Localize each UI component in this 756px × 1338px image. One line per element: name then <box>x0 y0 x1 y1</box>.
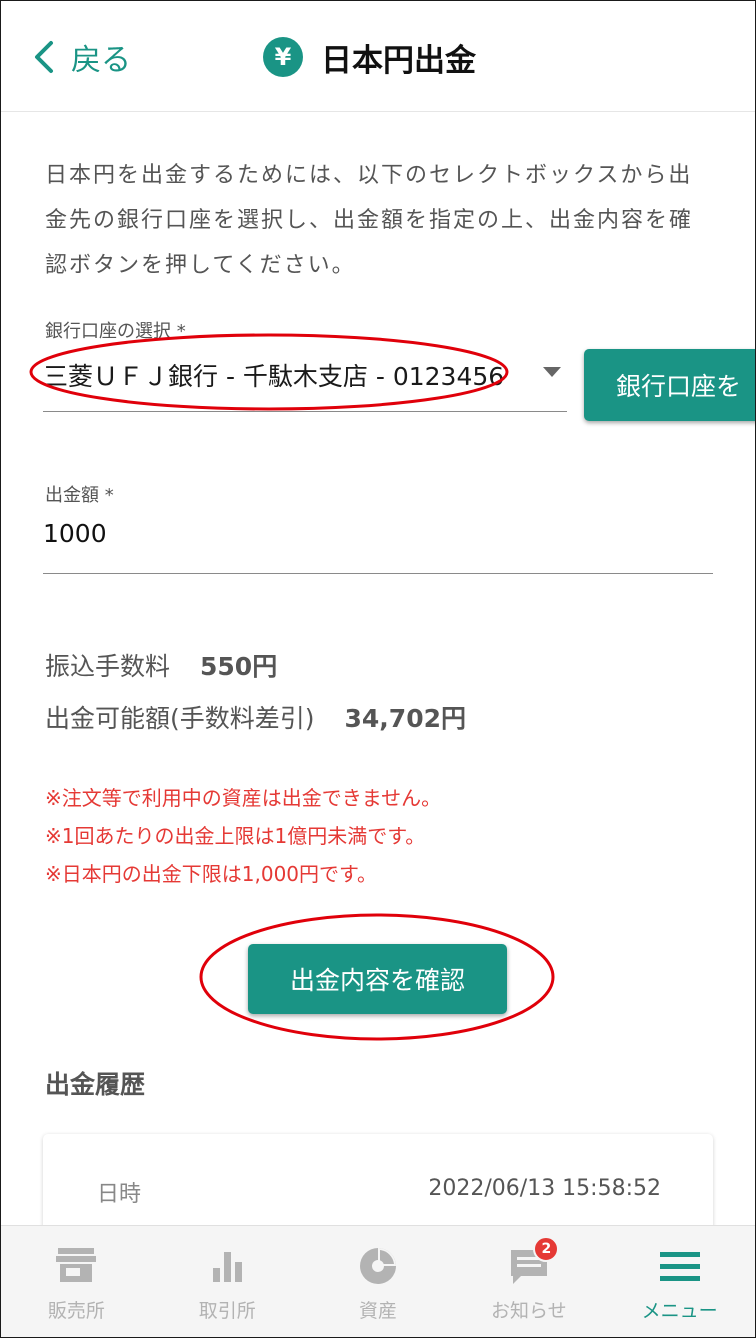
notification-badge: 2 <box>533 1236 560 1262</box>
transfer-fee-row: 振込手数料 550円 <box>45 647 277 683</box>
menu-icon <box>659 1252 700 1281</box>
store-icon <box>56 1248 97 1282</box>
pie-chart-icon <box>359 1248 396 1284</box>
confirm-withdrawal-button[interactable]: 出金内容を確認 <box>248 944 507 1014</box>
available-amount-value: 34,702円 <box>344 704 466 733</box>
transfer-fee-label: 振込手数料 <box>45 652 171 681</box>
nav-label-store: 販売所 <box>47 1300 105 1322</box>
amount-label: 出金額 * <box>45 485 114 506</box>
amount-input[interactable]: 1000 <box>43 511 713 574</box>
bar-chart-icon <box>213 1252 243 1282</box>
yen-icon: ¥ <box>263 37 303 77</box>
nav-label-assets: 資産 <box>358 1300 397 1322</box>
warning-notes: ※注文等で利用中の資産は出金できません。 ※1回あたりの出金上限は1億円未満です… <box>45 779 441 893</box>
history-row-key: 日時 <box>97 1182 142 1207</box>
caret-down-icon <box>543 367 561 377</box>
bottom-nav: 販売所 取引所 資産 2 お知らせ メニュー <box>1 1225 755 1337</box>
nav-item-menu[interactable]: メニュー <box>604 1226 755 1337</box>
nav-label-exchange: 取引所 <box>198 1300 256 1322</box>
back-label: 戻る <box>71 43 131 78</box>
intro-text: 日本円を出金するためには、以下のセレクトボックスから出金先の銀行口座を選択し、出… <box>45 163 694 278</box>
page-title: 日本円出金 <box>321 42 476 79</box>
add-bank-account-button[interactable]: 銀行口座を <box>584 349 755 421</box>
nav-item-store[interactable]: 販売所 <box>1 1226 152 1337</box>
bank-select-value: 三菱ＵＦＪ銀行 - 千駄木支店 - 0123456 <box>43 362 505 391</box>
history-title: 出金履歴 <box>45 1070 146 1099</box>
available-amount-label: 出金可能額(手数料差引) <box>45 704 315 733</box>
note-item: ※注文等で利用中の資産は出金できません。 <box>45 786 442 810</box>
back-button[interactable]: 戻る <box>31 35 131 79</box>
nav-label-menu: メニュー <box>641 1300 718 1322</box>
transfer-fee-value: 550円 <box>200 652 278 681</box>
nav-item-news[interactable]: 2 お知らせ <box>453 1226 604 1337</box>
app-frame: 戻る ¥ 日本円出金 日本円を出金するためには、以下のセレクトボックスから出金先… <box>0 0 756 1338</box>
nav-item-assets[interactable]: 資産 <box>303 1226 454 1337</box>
nav-label-news: お知らせ <box>490 1300 567 1322</box>
nav-item-exchange[interactable]: 取引所 <box>152 1226 303 1337</box>
bank-select[interactable]: 三菱ＵＦＪ銀行 - 千駄木支店 - 0123456 <box>43 349 567 412</box>
amount-value: 1000 <box>43 519 107 548</box>
available-amount-row: 出金可能額(手数料差引) 34,702円 <box>45 699 466 735</box>
note-item: ※1回あたりの出金上限は1億円未満です。 <box>45 824 426 848</box>
chevron-left-icon <box>35 41 53 73</box>
note-item: ※日本円の出金下限は1,000円です。 <box>45 862 378 886</box>
header: 戻る ¥ 日本円出金 <box>1 1 755 112</box>
page-title-group: ¥ 日本円出金 <box>263 35 476 79</box>
history-row-value: 2022/06/13 15:58:52 <box>428 1176 661 1201</box>
bank-select-label: 銀行口座の選択 * <box>45 321 186 342</box>
